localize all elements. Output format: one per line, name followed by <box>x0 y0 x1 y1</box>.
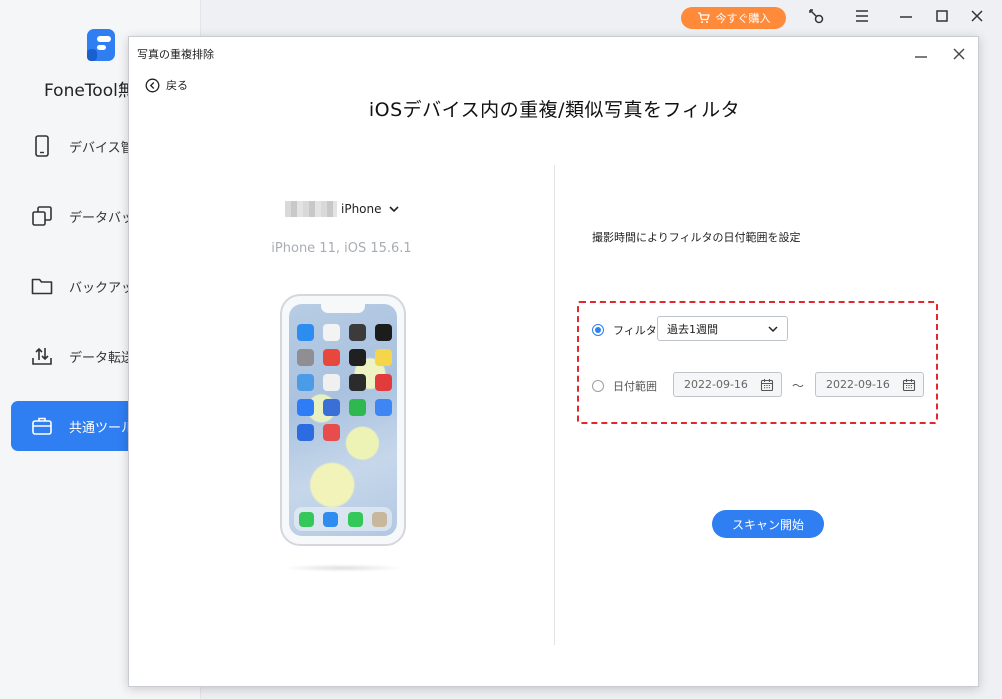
device-name: iPhone <box>341 202 382 216</box>
maximize-icon[interactable] <box>932 6 952 26</box>
date-to-value: 2022-09-16 <box>826 378 890 391</box>
menu-icon[interactable] <box>852 6 872 26</box>
date-range-option-row[interactable]: 日付範囲 <box>592 378 657 394</box>
phone-shadow <box>282 564 404 572</box>
filter-description: 撮影時間によりフィルタの日付範囲を設定 <box>592 231 801 244</box>
back-button[interactable]: 戻る <box>145 77 188 93</box>
start-scan-button[interactable]: スキャン開始 <box>712 510 824 538</box>
chevron-down-icon <box>768 326 778 333</box>
date-from-field[interactable]: 2022-09-16 <box>673 372 782 397</box>
dedupe-photos-dialog: 写真の重複排除 戻る iOSデバイス内の重複/類似写真をフィルタ iPhone … <box>128 36 979 687</box>
date-range-radio[interactable] <box>592 380 604 392</box>
iphone-illustration <box>280 294 406 546</box>
phone-icon <box>35 135 49 157</box>
toolbox-icon <box>32 417 52 435</box>
period-dropdown[interactable]: 過去1週間 <box>657 316 788 341</box>
phone-screen <box>289 304 397 536</box>
dialog-title: 写真の重複排除 <box>137 48 214 61</box>
filter-radio[interactable] <box>592 324 604 336</box>
cart-icon <box>697 12 710 23</box>
nav-item-label: バックアッ <box>69 281 135 296</box>
nav-item-label: 共通ツール <box>69 421 135 436</box>
upload-icon <box>32 347 52 365</box>
close-app-icon[interactable] <box>967 6 987 26</box>
date-range-separator: ～ <box>792 379 805 393</box>
buy-now-label: 今すぐ購入 <box>715 12 771 25</box>
folder-icon <box>31 278 53 295</box>
nav-item-label: データ転送 <box>69 351 135 366</box>
filter-option-row[interactable]: フィルタ <box>592 322 657 338</box>
phone-dock <box>294 507 392 531</box>
calendar-icon[interactable] <box>760 378 774 392</box>
filter-radio-label: フィルタ <box>613 324 657 337</box>
buy-now-button[interactable]: 今すぐ購入 <box>681 7 786 29</box>
minimize-icon[interactable] <box>896 6 916 26</box>
nav-item-label: データバッ <box>69 211 135 226</box>
app-titlebar <box>201 0 1002 34</box>
back-label: 戻る <box>166 79 188 92</box>
column-divider <box>554 165 555 645</box>
chevron-down-icon <box>388 206 399 213</box>
app-title: FoneTool無 <box>44 81 135 101</box>
nav-item-label: デバイス管 <box>69 141 134 156</box>
key-icon[interactable] <box>806 6 826 26</box>
fonetool-logo-icon <box>87 29 115 61</box>
page-title: iOSデバイス内の重複/類似写真をフィルタ <box>368 99 741 121</box>
device-model: iPhone 11, iOS 15.6.1 <box>271 241 412 256</box>
app-icon-grid <box>297 324 392 441</box>
device-name-blurred <box>285 201 337 217</box>
dialog-close-icon[interactable] <box>948 43 970 65</box>
period-dropdown-value: 過去1週間 <box>667 322 718 336</box>
dialog-minimize-icon[interactable] <box>910 43 932 65</box>
calendar-icon[interactable] <box>902 378 916 392</box>
copy-icon <box>32 206 52 226</box>
device-selector[interactable]: iPhone <box>285 201 402 217</box>
back-circle-icon <box>145 78 160 92</box>
date-range-radio-label: 日付範囲 <box>613 380 657 393</box>
date-from-value: 2022-09-16 <box>684 378 748 391</box>
date-to-field[interactable]: 2022-09-16 <box>815 372 924 397</box>
